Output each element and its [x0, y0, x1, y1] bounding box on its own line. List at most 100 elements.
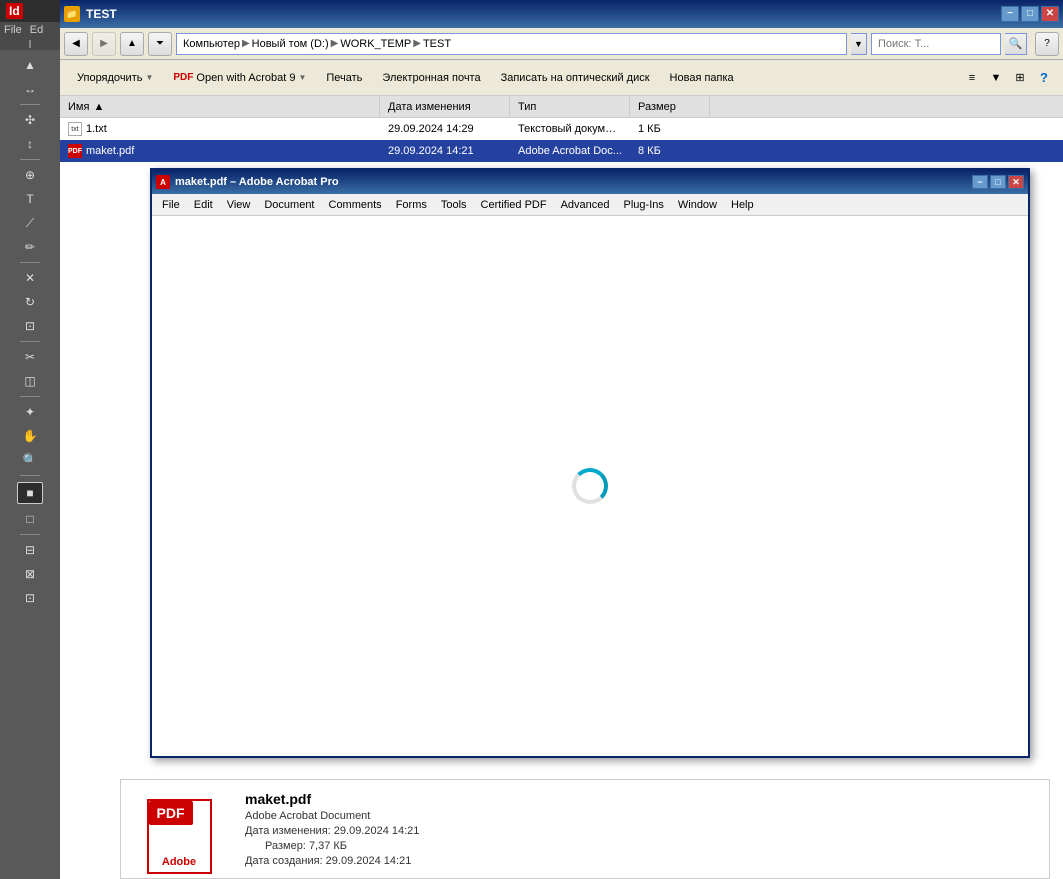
view-arrow-button[interactable]: ▼: [985, 67, 1007, 89]
tool-scale[interactable]: ⊡: [17, 315, 43, 337]
col-header-date[interactable]: Дата изменения: [380, 96, 510, 117]
acrobat-icon-small: PDF: [173, 72, 193, 83]
info-size: Размер: 7,37 КБ: [245, 840, 419, 852]
view-help-button[interactable]: ?: [1033, 67, 1055, 89]
search-button[interactable]: 🔍: [1005, 33, 1027, 55]
menu-help[interactable]: Help: [725, 197, 760, 213]
tool-hand[interactable]: ✋: [17, 425, 43, 447]
breadcrumb-drive[interactable]: Новый том (D:): [252, 38, 329, 50]
recent-button[interactable]: ⏷: [148, 32, 172, 56]
file-size-cell: 8 КБ: [630, 143, 710, 159]
tool-text[interactable]: T: [17, 188, 43, 210]
view-list-button[interactable]: ≡: [961, 67, 983, 89]
tool-scissors[interactable]: ✂: [17, 346, 43, 368]
new-folder-button[interactable]: Новая папка: [661, 64, 743, 92]
acrobat-window: A maket.pdf – Adobe Acrobat Pro − □ ✕ Fi…: [150, 168, 1030, 758]
menu-tools[interactable]: Tools: [435, 197, 473, 213]
acrobat-close-button[interactable]: ✕: [1008, 175, 1024, 189]
explorer-title: TEST: [86, 7, 117, 21]
organize-arrow: ▼: [145, 73, 153, 82]
indesign-panel: Id File Ed ▲ ↔ ✣ ↕ ⊕ T ⟋ ✏ ✕ ↻ ⊡ ✂ ◫ ✦ ✋…: [0, 0, 60, 879]
explorer-titlebar: 📁 TEST − □ ✕: [60, 0, 1063, 28]
menu-view[interactable]: View: [221, 197, 257, 213]
open-acrobat-button[interactable]: PDF Open with Acrobat 9 ▼: [164, 64, 315, 92]
tool-rotate[interactable]: ↻: [17, 291, 43, 313]
tool-mode1[interactable]: ⊟: [17, 539, 43, 561]
tool-line[interactable]: ⟋: [17, 212, 43, 234]
tool-eyedropper[interactable]: ✦: [17, 401, 43, 423]
tool-fill[interactable]: ■: [17, 482, 43, 504]
menu-plugins[interactable]: Plug-Ins: [618, 197, 670, 213]
tool-page[interactable]: ✣: [17, 109, 43, 131]
acrobat-menubar: File Edit View Document Comments Forms T…: [152, 194, 1028, 216]
acrobat-titlebar: A maket.pdf – Adobe Acrobat Pro − □ ✕: [152, 170, 1028, 194]
close-button[interactable]: ✕: [1041, 6, 1059, 22]
tool-direct-select[interactable]: ↔: [17, 78, 43, 100]
menu-file[interactable]: File: [4, 24, 22, 36]
info-filetype: Adobe Acrobat Document: [245, 810, 419, 822]
tool-mode2[interactable]: ⊠: [17, 563, 43, 585]
info-date-modified: Дата изменения: 29.09.2024 14:21: [245, 825, 419, 837]
menu-certifiedpdf[interactable]: Certified PDF: [475, 197, 553, 213]
view-buttons: ≡ ▼ ⊞ ?: [961, 67, 1055, 89]
indesign-logo: Id: [6, 3, 23, 19]
burn-button[interactable]: Записать на оптический диск: [492, 64, 659, 92]
titlebar-left: 📁 TEST: [64, 6, 117, 22]
breadcrumb-test[interactable]: TEST: [423, 38, 451, 50]
col-header-size[interactable]: Размер: [630, 96, 710, 117]
help-button[interactable]: ?: [1035, 32, 1059, 56]
acrobat-restore-button[interactable]: □: [990, 175, 1006, 189]
menu-window[interactable]: Window: [672, 197, 723, 213]
menu-comments[interactable]: Comments: [323, 197, 388, 213]
tool-gap[interactable]: ↕: [17, 133, 43, 155]
info-filename: maket.pdf: [245, 791, 419, 807]
file-name-cell: PDF maket.pdf: [60, 142, 380, 160]
menu-forms[interactable]: Forms: [390, 197, 433, 213]
loading-spinner: [572, 468, 608, 504]
table-row[interactable]: txt 1.txt 29.09.2024 14:29 Текстовый док…: [60, 118, 1063, 140]
address-box[interactable]: Компьютер ▶ Новый том (D:) ▶ WORK_TEMP ▶…: [176, 33, 847, 55]
tool-pencil[interactable]: ✏: [17, 236, 43, 258]
indesign-titlebar: Id: [0, 0, 60, 22]
view-details-button[interactable]: ⊞: [1009, 67, 1031, 89]
organize-button[interactable]: Упорядочить ▼: [68, 64, 162, 92]
menu-file[interactable]: File: [156, 197, 186, 213]
search-input[interactable]: [871, 33, 1001, 55]
acrobat-minimize-button[interactable]: −: [972, 175, 988, 189]
tool-select[interactable]: ▲: [17, 54, 43, 76]
indesign-menubar: File Ed: [0, 22, 60, 38]
address-dropdown[interactable]: ▼: [851, 33, 867, 55]
menu-advanced[interactable]: Advanced: [555, 197, 616, 213]
sort-icon: ▲: [93, 101, 104, 113]
email-button[interactable]: Электронная почта: [373, 64, 489, 92]
menu-edit[interactable]: Ed: [30, 24, 43, 36]
file-info-text: maket.pdf Adobe Acrobat Document Дата из…: [245, 791, 419, 867]
titlebar-controls[interactable]: − □ ✕: [1001, 6, 1059, 22]
tool-stroke[interactable]: □: [17, 508, 43, 530]
restore-button[interactable]: □: [1021, 6, 1039, 22]
file-info-panel: PDF Adobe maket.pdf Adobe Acrobat Docume…: [120, 779, 1050, 879]
back-button[interactable]: ◀: [64, 32, 88, 56]
open-acrobat-arrow: ▼: [298, 73, 306, 82]
tool-rectangle[interactable]: ✕: [17, 267, 43, 289]
menu-document[interactable]: Document: [258, 197, 320, 213]
file-date-cell: 29.09.2024 14:29: [380, 121, 510, 137]
explorer-window: 📁 TEST − □ ✕ ◀ ▶ ▲ ⏷ Компьютер ▶ Новый т…: [60, 0, 1063, 879]
breadcrumb-computer[interactable]: Компьютер: [183, 38, 240, 50]
minimize-button[interactable]: −: [1001, 6, 1019, 22]
col-header-name[interactable]: Имя ▲: [60, 96, 380, 117]
tool-content-grabber[interactable]: ⊕: [17, 164, 43, 186]
file-name-cell: txt 1.txt: [60, 120, 380, 138]
forward-button[interactable]: ▶: [92, 32, 116, 56]
tool-gradient[interactable]: ◫: [17, 370, 43, 392]
col-header-type[interactable]: Тип: [510, 96, 630, 117]
print-button[interactable]: Печать: [317, 64, 371, 92]
acrobat-content: [152, 216, 1028, 756]
up-button[interactable]: ▲: [120, 32, 144, 56]
tool-mode3[interactable]: ⊡: [17, 587, 43, 609]
acrobat-controls[interactable]: − □ ✕: [972, 175, 1024, 189]
table-row[interactable]: PDF maket.pdf 29.09.2024 14:21 Adobe Acr…: [60, 140, 1063, 162]
tool-zoom[interactable]: 🔍: [17, 449, 43, 471]
breadcrumb-worktemp[interactable]: WORK_TEMP: [340, 38, 411, 50]
menu-edit[interactable]: Edit: [188, 197, 219, 213]
